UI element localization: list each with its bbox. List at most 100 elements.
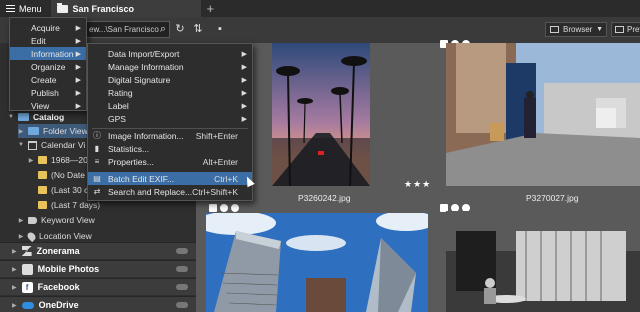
tab-label: San Francisco <box>72 3 135 14</box>
expand-icon: ▶ <box>12 302 17 309</box>
menu-item-rating[interactable]: Rating ▶ <box>88 86 252 99</box>
menu-item-view[interactable]: View ▶ <box>10 99 86 112</box>
chevron-right-icon: ▶ <box>75 63 81 71</box>
search-icon[interactable]: ⌕ <box>157 23 169 35</box>
tag-icon <box>231 204 239 212</box>
photo-grid: P3260242.jpg ★★★ P3270027.jpg <box>196 40 640 312</box>
chevron-right-icon: ▶ <box>241 89 247 97</box>
sidebar-item-keyword-view[interactable]: ▶ Keyword View <box>18 213 95 227</box>
preview-label: Previ <box>627 25 640 34</box>
photo-filename: P3270027.jpg <box>526 193 579 203</box>
thumbnail-badges <box>209 204 239 212</box>
thumbnail-p3260242[interactable] <box>272 43 370 186</box>
menu-item-digital-signature[interactable]: Digital Signature ▶ <box>88 73 252 86</box>
title-bar: Menu San Francisco + <box>0 0 640 17</box>
browser-mode-select[interactable]: Browser ▼ <box>545 22 607 37</box>
toolbar: ew...\San Francisco ⌕ ↻ ⇅ ▪ Browser ▼ Pr… <box>0 17 640 43</box>
cafe-bw-photo <box>446 211 640 312</box>
sidebar-item-calendar-view[interactable]: ▼ Calendar Vi <box>18 138 85 152</box>
statistics-icon: ▮ <box>94 144 100 153</box>
batch-edit-icon: ▤ <box>93 174 101 183</box>
folder-icon <box>38 156 47 164</box>
expand-icon: ▶ <box>18 128 24 135</box>
menu-item-label: Create <box>31 74 57 85</box>
menu-item-information[interactable]: Information ▶ <box>10 47 86 60</box>
thumbnail-p3270027[interactable] <box>446 43 640 186</box>
skyscrapers-photo <box>206 213 428 312</box>
no-date-label: (No Date <box>51 170 86 180</box>
menu-item-manage-information[interactable]: Manage Information ▶ <box>88 60 252 73</box>
chevron-right-icon: ▶ <box>241 76 247 84</box>
cloud-icon <box>176 302 188 308</box>
sidebar-section-onedrive[interactable]: ▶ OneDrive <box>0 296 196 312</box>
menu-item-label: Batch Edit EXIF... <box>108 173 175 184</box>
hamburger-icon <box>6 5 15 12</box>
browser-icon <box>550 26 559 33</box>
mobile-photos-icon <box>21 263 33 275</box>
thumbnail-skyscrapers[interactable] <box>206 213 428 312</box>
camera-icon <box>209 204 217 212</box>
chevron-right-icon: ▶ <box>241 50 247 58</box>
street-scene-photo <box>446 43 640 186</box>
menu-item-label: Edit <box>31 35 46 46</box>
sidebar-section-mobile-photos[interactable]: ▶ Mobile Photos <box>0 260 196 277</box>
menu-item-data-import-export[interactable]: Data Import/Export ▶ <box>88 47 252 60</box>
preview-icon <box>615 26 624 33</box>
facebook-icon: f <box>21 281 33 293</box>
thumbnail-cafe[interactable] <box>446 211 640 312</box>
sidebar-item-catalog[interactable]: ▼ Catalog <box>8 110 64 124</box>
menu-item-search-replace[interactable]: ⇄ Search and Replace... Ctrl+Shift+K <box>88 185 252 198</box>
refresh-icon[interactable]: ↻ <box>174 23 186 35</box>
sidebar-section-facebook[interactable]: ▶ f Facebook <box>0 278 196 295</box>
rating-stars: ★★★ <box>404 179 432 189</box>
new-folder-icon[interactable]: ▪ <box>214 23 226 35</box>
sidebar-item-year[interactable]: ▶ 1968—20 <box>28 153 88 167</box>
preview-mode-select[interactable]: Previ <box>611 22 640 37</box>
chevron-right-icon: ▶ <box>75 76 81 84</box>
menu-item-statistics[interactable]: ▮ Statistics... <box>88 142 252 155</box>
menu-item-properties[interactable]: ≡ Properties... Alt+Enter <box>88 155 252 168</box>
sidebar-section-zonerama[interactable]: ▶ Zonerama <box>0 242 196 259</box>
location-view-label: Location View <box>39 231 92 241</box>
menu-item-organize[interactable]: Organize ▶ <box>10 60 86 73</box>
sidebar-item-last-30[interactable]: (Last 30 c <box>38 183 88 197</box>
folder-icon <box>56 2 68 13</box>
menu-item-gps[interactable]: GPS ▶ <box>88 112 252 125</box>
sidebar-item-folder-view[interactable]: ▶ Folder View <box>18 124 88 138</box>
tag-icon <box>28 216 37 224</box>
calendar-view-label: Calendar Vi <box>41 140 86 150</box>
menu-item-label: View <box>31 100 50 111</box>
onedrive-label: OneDrive <box>38 300 79 310</box>
sidebar-item-location-view[interactable]: ▶ Location View <box>18 229 92 243</box>
menu-item-label: Properties... <box>108 156 154 167</box>
zonerama-label: Zonerama <box>36 246 80 256</box>
menu-item-label: Rating <box>108 87 133 98</box>
menu-item-label: Search and Replace... <box>108 186 193 197</box>
expand-icon: ▶ <box>12 266 17 273</box>
menu-item-create[interactable]: Create ▶ <box>10 73 86 86</box>
menu-button[interactable]: Menu <box>0 0 48 17</box>
chevron-down-icon: ▼ <box>596 26 603 33</box>
tab-san-francisco[interactable]: San Francisco <box>50 0 201 17</box>
menu-item-edit[interactable]: Edit ▶ <box>10 34 86 47</box>
sidebar-item-no-date[interactable]: (No Date <box>38 168 85 182</box>
menu-item-batch-edit-exif[interactable]: ▤ Batch Edit EXIF... Ctrl+K <box>88 172 252 185</box>
properties-icon: ≡ <box>94 157 100 166</box>
new-tab-icon[interactable]: + <box>207 0 215 17</box>
photo-filename: P3260242.jpg <box>298 193 351 203</box>
info-icon: ⓘ <box>93 131 101 140</box>
cloud-icon <box>176 284 188 290</box>
menu-item-publish[interactable]: Publish ▶ <box>10 86 86 99</box>
menu-item-shortcut: Ctrl+Shift+K <box>192 186 238 197</box>
menu-item-label: Organize <box>31 61 66 72</box>
menu-item-label: Digital Signature <box>108 74 171 85</box>
menu-item-image-information[interactable]: ⓘ Image Information... Shift+Enter <box>88 129 252 142</box>
onedrive-icon <box>21 301 34 309</box>
cloud-icon <box>176 266 188 272</box>
catalog-label: Catalog <box>33 112 65 122</box>
menu-item-label-submenu[interactable]: Label ▶ <box>88 99 252 112</box>
collapse-icon: ▼ <box>18 142 24 148</box>
menu-item-acquire[interactable]: Acquire ▶ <box>10 21 86 34</box>
folder-view-label: Folder View <box>43 126 88 136</box>
sort-icon[interactable]: ⇅ <box>192 23 204 35</box>
